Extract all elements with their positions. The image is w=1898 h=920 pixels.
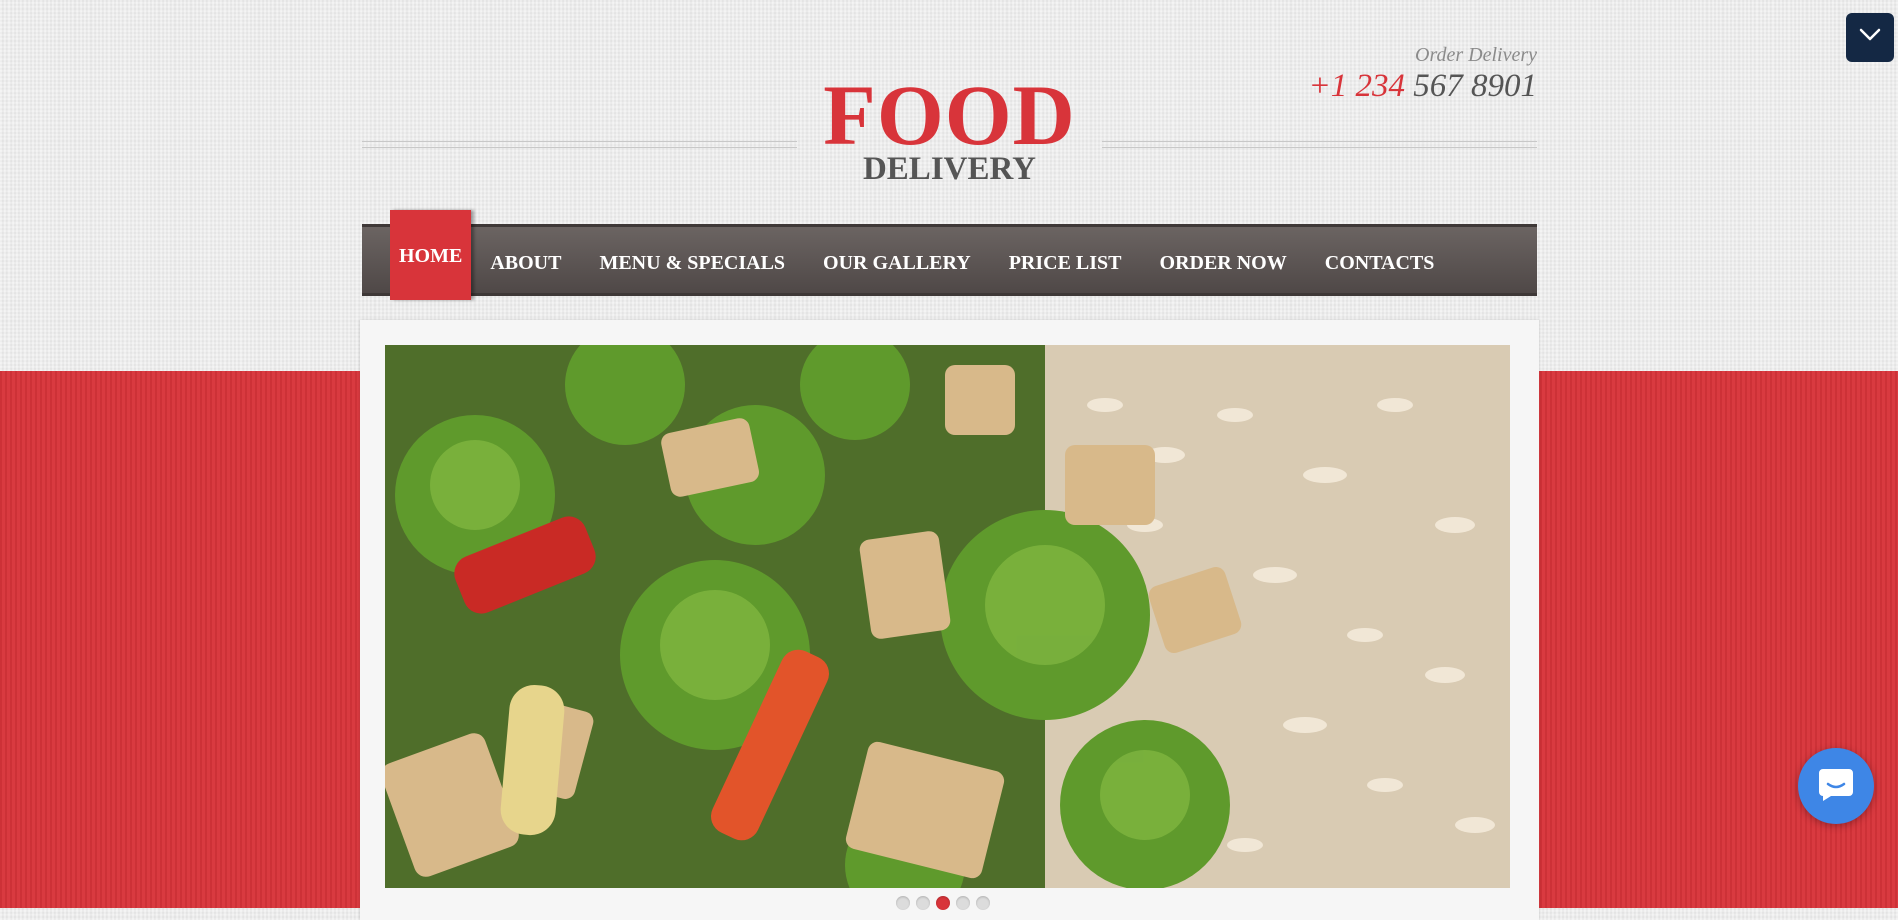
page-container: Order Delivery +1 234 567 8901 FOOD DELI… bbox=[360, 0, 1539, 920]
nav-item-order-now[interactable]: ORDER NOW bbox=[1141, 227, 1306, 299]
nav-item-home[interactable]: HOME bbox=[390, 210, 472, 300]
phone-number[interactable]: +1 234 567 8901 bbox=[1308, 68, 1537, 105]
chevron-down-icon bbox=[1859, 28, 1881, 47]
logo-title: FOOD bbox=[823, 67, 1076, 163]
nav-item-contacts[interactable]: CONTACTS bbox=[1306, 227, 1454, 299]
header-rule-left bbox=[362, 141, 797, 148]
nav-item-menu-specials[interactable]: MENU & SPECIALS bbox=[580, 227, 804, 299]
slide-image-stir-fry[interactable] bbox=[385, 345, 1510, 888]
collapse-button[interactable] bbox=[1846, 13, 1894, 62]
image-slider bbox=[360, 320, 1539, 920]
phone-code: +1 234 bbox=[1308, 68, 1405, 104]
nav-item-price-list[interactable]: PRICE LIST bbox=[990, 227, 1141, 299]
header-rule-right bbox=[1102, 141, 1537, 148]
site-logo[interactable]: FOOD DELIVERY bbox=[822, 67, 1077, 186]
chat-bubble-icon bbox=[1817, 766, 1855, 807]
chat-button[interactable] bbox=[1798, 748, 1874, 824]
nav-item-about[interactable]: ABOUT bbox=[471, 227, 580, 299]
order-delivery-label: Order Delivery bbox=[1415, 44, 1537, 66]
phone-rest: 567 8901 bbox=[1413, 68, 1537, 104]
main-navigation: HOME ABOUT MENU & SPECIALS OUR GALLERY P… bbox=[362, 210, 1537, 300]
nav-item-our-gallery[interactable]: OUR GALLERY bbox=[804, 227, 990, 299]
